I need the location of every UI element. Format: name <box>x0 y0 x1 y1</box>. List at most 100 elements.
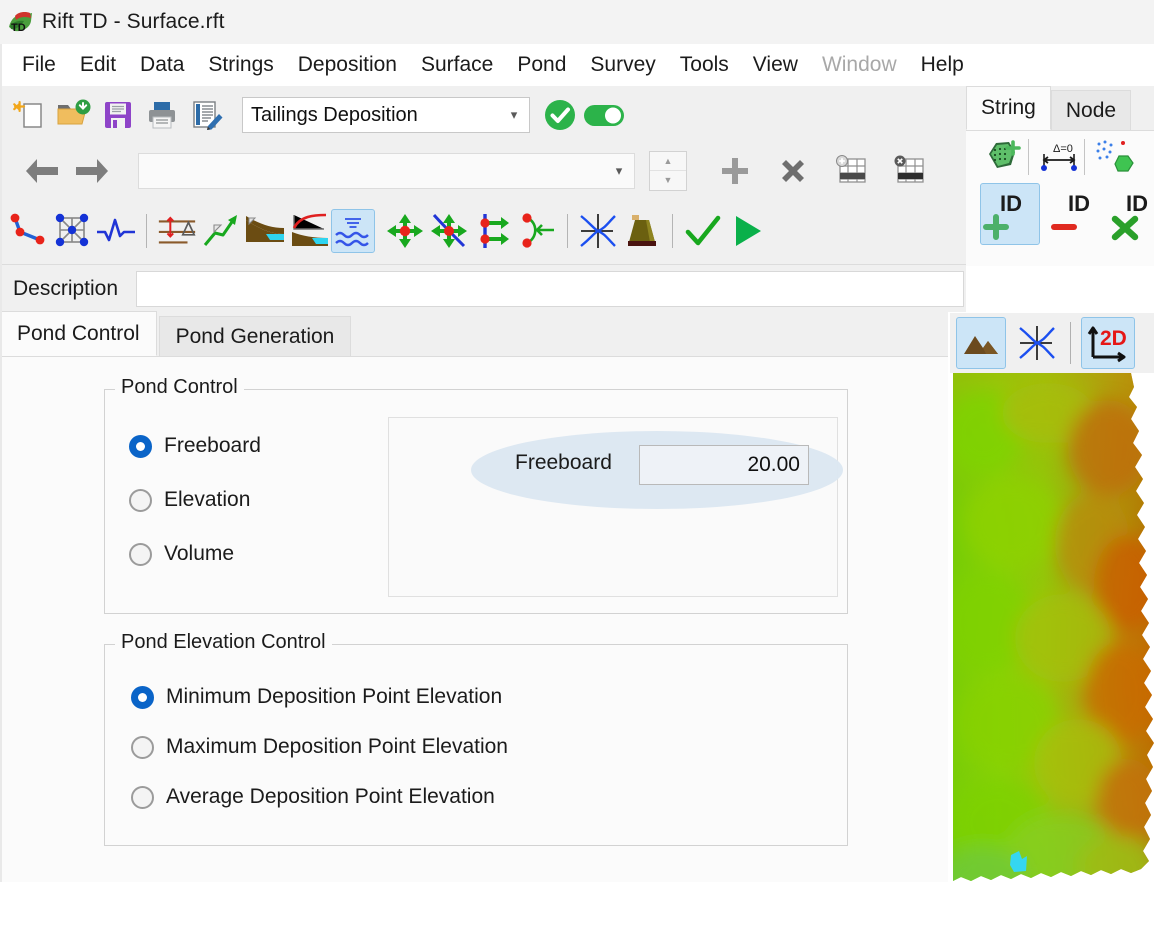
pond-elevation-control-group-title: Pond Elevation Control <box>115 631 332 654</box>
toolbar-row-tools <box>0 197 966 265</box>
menu-item-file[interactable]: File <box>10 51 68 79</box>
add-id-button[interactable]: ID <box>980 183 1040 245</box>
delete-item-button[interactable] <box>771 149 815 193</box>
spinner-down-icon[interactable]: ▼ <box>650 171 686 190</box>
enable-toggle[interactable] <box>582 93 626 137</box>
add-grid-row-button[interactable] <box>829 149 873 193</box>
open-file-button[interactable] <box>52 93 96 137</box>
string-node-panel: String Node Δ=0 ID ID ID <box>966 86 1154 266</box>
menu-item-surface[interactable]: Surface <box>409 51 505 79</box>
tab-string[interactable]: String <box>966 86 1051 130</box>
deposition-mode-combo[interactable]: Tailings Deposition ▾ <box>242 97 530 133</box>
apply-button[interactable] <box>538 93 582 137</box>
description-label: Description <box>13 276 119 300</box>
string-node-panel-body: Δ=0 ID ID ID <box>966 130 1154 266</box>
radio-min-deposition-label: Minimum Deposition Point Elevation <box>166 685 503 708</box>
menu-item-data[interactable]: Data <box>128 51 196 79</box>
radio-max-deposition-elevation[interactable]: Maximum Deposition Point Elevation <box>131 735 508 759</box>
measure-delta-button[interactable]: Δ=0 <box>1036 134 1082 180</box>
flow-lines-button[interactable] <box>576 209 620 253</box>
freeboard-value-input[interactable]: 20.00 <box>639 445 809 485</box>
print-button[interactable] <box>140 93 184 137</box>
tab-pond-control[interactable]: Pond Control <box>0 311 157 356</box>
radio-avg-deposition-label: Average Deposition Point Elevation <box>166 785 495 808</box>
elevation-delta-button[interactable] <box>155 209 199 253</box>
new-file-button[interactable] <box>8 93 52 137</box>
add-string-button[interactable] <box>980 134 1026 180</box>
forward-button[interactable] <box>70 149 114 193</box>
string-points-button[interactable] <box>6 209 50 253</box>
value-spinner[interactable]: ▲ ▼ <box>649 150 687 191</box>
offset-point-button[interactable] <box>471 209 515 253</box>
freeboard-field-label: Freeboard <box>515 451 612 474</box>
split-string-button[interactable] <box>515 209 559 253</box>
elevation-heatmap[interactable] <box>953 373 1154 913</box>
terrain-view-button[interactable] <box>956 317 1006 369</box>
add-item-button[interactable] <box>713 149 757 193</box>
radio-avg-deposition-indicator[interactable] <box>131 785 154 809</box>
beach-profile-button[interactable] <box>243 209 287 253</box>
toolbar-separator <box>567 214 568 248</box>
profile-button[interactable] <box>94 209 138 253</box>
menu-item-deposition[interactable]: Deposition <box>286 51 409 79</box>
chevron-down-icon: ▾ <box>615 162 623 178</box>
radio-elevation-label: Elevation <box>164 488 251 511</box>
menu-item-view[interactable]: View <box>741 51 810 79</box>
menu-item-window: Window <box>821 53 897 76</box>
slope-button[interactable] <box>199 209 243 253</box>
radio-elevation-indicator[interactable] <box>129 488 152 512</box>
delete-grid-row-button[interactable] <box>887 149 931 193</box>
radio-volume[interactable]: Volume <box>129 542 261 566</box>
string-mesh-button[interactable] <box>50 209 94 253</box>
move-point-button[interactable] <box>383 209 427 253</box>
radio-min-deposition-indicator[interactable] <box>131 685 154 709</box>
tab-node[interactable]: Node <box>1050 90 1132 130</box>
panel-separator <box>1028 139 1029 175</box>
radio-min-deposition-elevation[interactable]: Minimum Deposition Point Elevation <box>131 685 508 709</box>
radio-avg-deposition-elevation[interactable]: Average Deposition Point Elevation <box>131 785 508 809</box>
view-2d-button[interactable]: 2D <box>1081 317 1135 369</box>
radio-freeboard-label: Freeboard <box>164 434 261 457</box>
remove-id-button[interactable]: ID <box>1048 183 1108 245</box>
elevation-heatmap-svg <box>953 373 1154 881</box>
viewport-toolbar: 2D <box>950 313 1154 373</box>
menu-item-tools[interactable]: Tools <box>668 51 741 79</box>
intersect-point-button[interactable] <box>427 209 471 253</box>
torn-bottom-edge <box>0 882 1154 928</box>
flow-view-button[interactable] <box>1012 317 1062 369</box>
string-node-tabs: String Node <box>966 86 1132 130</box>
radio-volume-indicator[interactable] <box>129 542 152 566</box>
run-button[interactable] <box>725 209 769 253</box>
panel-separator <box>1084 139 1085 175</box>
description-input[interactable] <box>136 270 964 307</box>
beach-curve-button[interactable] <box>287 209 331 253</box>
menu-item-strings[interactable]: Strings <box>196 51 285 79</box>
validate-button[interactable] <box>681 209 725 253</box>
tab-pond-generation[interactable]: Pond Generation <box>158 316 352 356</box>
back-button[interactable] <box>20 149 64 193</box>
points-to-polygon-button[interactable] <box>1092 134 1138 180</box>
menu-item-edit[interactable]: Edit <box>68 51 128 79</box>
save-file-button[interactable] <box>96 93 140 137</box>
selection-combo[interactable]: ▾ <box>138 152 635 189</box>
toolbar-separator <box>672 214 673 248</box>
svg-text:ID: ID <box>1126 191 1148 216</box>
pond-water-button[interactable] <box>331 209 375 253</box>
svg-text:TD: TD <box>11 22 26 34</box>
edit-report-button[interactable] <box>184 93 228 137</box>
toolbar-area: Tailings Deposition ▾ ▾ ▲ ▼ <box>0 86 966 265</box>
radio-freeboard-indicator[interactable] <box>129 434 152 458</box>
radio-elevation[interactable]: Elevation <box>129 488 261 512</box>
menu-item-help[interactable]: Help <box>909 51 976 79</box>
radio-freeboard[interactable]: Freeboard <box>129 434 261 458</box>
menu-item-survey[interactable]: Survey <box>578 51 667 79</box>
window-left-edge <box>0 44 2 904</box>
menu-item-pond[interactable]: Pond <box>505 51 578 79</box>
menu-bar: File Edit Data Strings Deposition Surfac… <box>0 44 1154 86</box>
radio-max-deposition-indicator[interactable] <box>131 735 154 759</box>
delete-id-button[interactable]: ID <box>1108 183 1154 245</box>
radio-max-deposition-label: Maximum Deposition Point Elevation <box>166 735 508 758</box>
toolbar-separator <box>146 214 147 248</box>
spinner-up-icon[interactable]: ▲ <box>650 152 686 171</box>
dam-button[interactable] <box>620 209 664 253</box>
